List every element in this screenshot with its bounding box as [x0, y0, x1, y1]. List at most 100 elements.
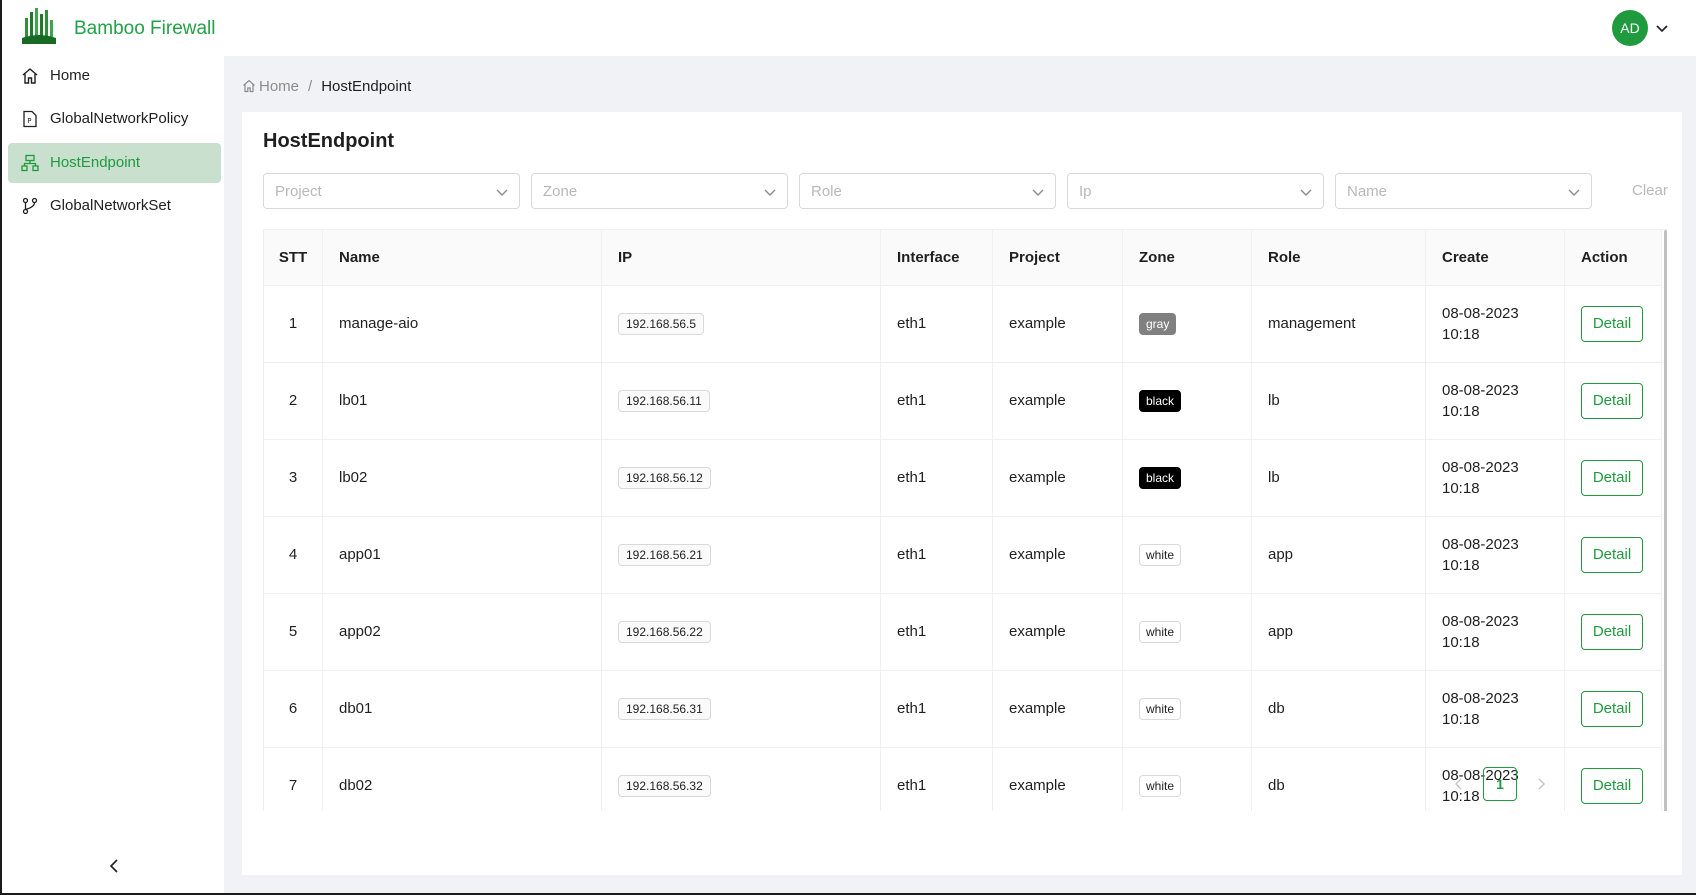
cell-ip: 192.168.56.32	[601, 747, 881, 811]
ip-tag: 192.168.56.21	[618, 543, 711, 566]
role-filter-select[interactable]: Role	[799, 173, 1056, 209]
ip-filter-select[interactable]: Ip	[1067, 173, 1324, 209]
top-bar: Bamboo Firewall AD	[2, 0, 1696, 56]
cell-role: db	[1251, 670, 1426, 748]
chevron-down-icon	[1568, 189, 1580, 196]
column-header-stt: STT	[263, 230, 323, 286]
create-date: 08-08-2023	[1442, 458, 1519, 476]
cell-interface: eth1	[880, 439, 993, 517]
cell-role: app	[1251, 593, 1426, 671]
create-date: 08-08-2023	[1442, 304, 1519, 322]
app-window: Bamboo Firewall AD Home P GlobalNetworkP…	[0, 0, 1696, 895]
sidebar-item-globalnetworkset[interactable]: GlobalNetworkSet	[8, 186, 221, 226]
cell-action: Detail	[1564, 362, 1662, 440]
pagination-page-1[interactable]: 1	[1483, 767, 1517, 801]
page-title: HostEndpoint	[263, 130, 395, 152]
create-time: 10:18	[1442, 325, 1480, 343]
cell-stt: 6	[263, 670, 323, 748]
column-header-project: Project	[992, 230, 1123, 286]
table-row: 6 db01 192.168.56.31 eth1 example white db 08-0…	[263, 670, 1662, 748]
svg-text:P: P	[27, 117, 31, 125]
detail-button[interactable]: Detail	[1581, 690, 1643, 727]
create-time: 10:18	[1442, 710, 1480, 728]
detail-button[interactable]: Detail	[1581, 459, 1643, 496]
cell-project: example	[992, 747, 1123, 811]
chevron-down-icon	[1300, 189, 1312, 196]
role-filter-placeholder: Role	[811, 183, 842, 200]
cell-project: example	[992, 285, 1123, 363]
ip-tag: 192.168.56.22	[618, 620, 711, 643]
cell-role: app	[1251, 516, 1426, 594]
cell-interface: eth1	[880, 516, 993, 594]
cell-stt: 5	[263, 593, 323, 671]
sidebar-item-home[interactable]: Home	[8, 56, 221, 96]
table-row: 2 lb01 192.168.56.11 eth1 example black lb 08-0…	[263, 362, 1662, 440]
detail-button[interactable]: Detail	[1581, 305, 1643, 342]
create-date: 08-08-2023	[1442, 381, 1519, 399]
cell-interface: eth1	[880, 593, 993, 671]
cell-zone: white	[1122, 516, 1252, 594]
sidebar-item-globalnetworkpolicy[interactable]: P GlobalNetworkPolicy	[8, 99, 221, 139]
policy-doc-icon: P	[23, 110, 37, 128]
create-date: 08-08-2023	[1442, 689, 1519, 707]
cell-action: Detail	[1564, 670, 1662, 748]
cell-ip: 192.168.56.12	[601, 439, 881, 517]
clear-filters-button[interactable]: Clear	[1632, 182, 1668, 199]
cell-ip: 192.168.56.31	[601, 670, 881, 748]
user-avatar[interactable]: AD	[1612, 10, 1648, 46]
create-time: 10:18	[1442, 402, 1480, 420]
cell-ip: 192.168.56.21	[601, 516, 881, 594]
chevron-down-icon	[496, 189, 508, 196]
zone-filter-select[interactable]: Zone	[531, 173, 788, 209]
breadcrumb-current: HostEndpoint	[321, 77, 412, 95]
collapse-sidebar-icon[interactable]	[104, 856, 124, 876]
pagination-next-icon[interactable]	[1531, 774, 1551, 794]
detail-button[interactable]: Detail	[1581, 767, 1643, 804]
sidebar-item-hostendpoint[interactable]: HostEndpoint	[8, 143, 221, 183]
zone-tag: white	[1139, 697, 1182, 720]
cell-create: 08-08-2023 10:18	[1425, 439, 1565, 517]
detail-button[interactable]: Detail	[1581, 382, 1643, 419]
cell-project: example	[992, 439, 1123, 517]
table-scrollbar[interactable]	[1664, 230, 1667, 811]
chevron-down-icon[interactable]	[1654, 20, 1670, 36]
column-header-zone: Zone	[1122, 230, 1252, 286]
detail-button[interactable]: Detail	[1581, 536, 1643, 573]
hostendpoint-table: STT Name IP Interface Project Zone Role …	[263, 229, 1667, 811]
content-card: HostEndpoint Project Zone Role Ip Name C…	[242, 112, 1682, 875]
table-row: 4 app01 192.168.56.21 eth1 example white app 08…	[263, 516, 1662, 594]
cell-name: app01	[322, 516, 602, 594]
name-filter-select[interactable]: Name	[1335, 173, 1592, 209]
detail-button[interactable]: Detail	[1581, 613, 1643, 650]
sidebar: Home P GlobalNetworkPolicy HostEndpoint	[2, 56, 224, 893]
project-filter-select[interactable]: Project	[263, 173, 520, 209]
project-filter-placeholder: Project	[275, 183, 322, 200]
cell-name: db01	[322, 670, 602, 748]
cell-action: Detail	[1564, 516, 1662, 594]
create-date: 08-08-2023	[1442, 612, 1519, 630]
ip-tag: 192.168.56.31	[618, 697, 711, 720]
chevron-down-icon	[764, 189, 776, 196]
home-icon	[243, 79, 255, 93]
sidebar-item-label: GlobalNetworkPolicy	[50, 110, 189, 127]
zone-filter-placeholder: Zone	[543, 183, 578, 200]
main-content: Home / HostEndpoint HostEndpoint Project…	[224, 56, 1696, 893]
cell-action: Detail	[1564, 593, 1662, 671]
ip-tag: 192.168.56.12	[618, 466, 711, 489]
cell-zone: white	[1122, 670, 1252, 748]
ip-tag: 192.168.56.32	[618, 774, 711, 797]
cell-create: 08-08-2023 10:18	[1425, 285, 1565, 363]
breadcrumb: Home / HostEndpoint	[242, 76, 411, 96]
branch-icon	[22, 197, 38, 215]
cell-name: db02	[322, 747, 602, 811]
cell-create: 08-08-2023 10:18	[1425, 670, 1565, 748]
table-body: 1 manage-aio 192.168.56.5 eth1 example gray ma…	[263, 285, 1662, 811]
cell-project: example	[992, 670, 1123, 748]
column-header-create: Create	[1425, 230, 1565, 286]
cell-name: manage-aio	[322, 285, 602, 363]
zone-tag: white	[1139, 620, 1182, 643]
breadcrumb-home[interactable]: Home	[242, 78, 299, 95]
ip-tag: 192.168.56.5	[618, 312, 705, 335]
app-title[interactable]: Bamboo Firewall	[74, 18, 216, 40]
pagination-prev-icon[interactable]	[1449, 774, 1469, 794]
